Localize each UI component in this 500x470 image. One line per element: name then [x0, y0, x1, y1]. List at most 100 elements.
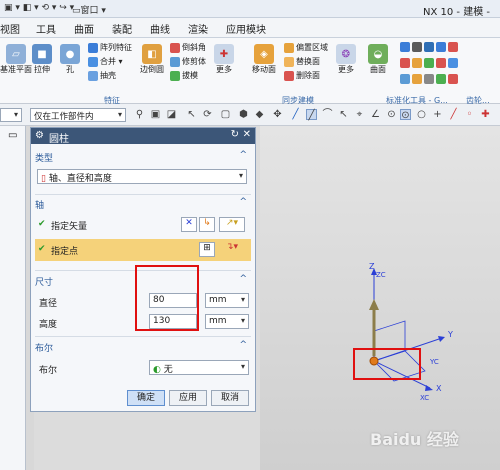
rotate-icon[interactable]: ⟳ — [202, 109, 213, 120]
shell-button[interactable]: 抽壳 — [88, 70, 116, 81]
close-icon[interactable]: ✕ — [243, 129, 251, 140]
offset-region-button[interactable]: 偏置区域 — [284, 42, 328, 53]
standard-tools-icons-row2[interactable] — [400, 58, 460, 68]
filter-icon[interactable]: ⚲ — [134, 109, 145, 120]
arrow-icon[interactable]: ↖ — [186, 109, 197, 120]
edge-blend-button[interactable]: ◧ 边倒圆 — [140, 44, 164, 75]
center-snap-icon[interactable]: ⊙ — [400, 109, 411, 121]
dimensions-section-header[interactable]: 尺寸 — [35, 275, 53, 288]
standard-tools-icons-row3[interactable] — [400, 74, 460, 84]
specify-point-row[interactable]: ✔ 指定点 ⊞ ↴▾ — [35, 239, 251, 261]
trim-body-label: 修剪体 — [182, 57, 206, 66]
draft-button[interactable]: 拔模 — [170, 70, 198, 81]
type-section-header[interactable]: 类型 — [35, 151, 53, 164]
pattern-icon — [88, 42, 98, 53]
unite-icon — [88, 56, 98, 67]
reverse-direction-icon[interactable]: ✕ — [181, 217, 197, 232]
yc-arrow — [438, 336, 445, 342]
boolean-section-header[interactable]: 布尔 — [35, 341, 53, 354]
diameter-unit-dropdown[interactable]: mm — [205, 293, 249, 308]
chevron-up-icon[interactable]: ^ — [239, 197, 247, 207]
tab-tools[interactable]: 工具 — [36, 21, 56, 36]
solid-icon[interactable]: ⬢ — [238, 109, 249, 120]
unite-button[interactable]: 合并 ▾ — [88, 56, 123, 67]
face-icon[interactable]: ◆ — [254, 109, 265, 120]
reset-icon[interactable]: ↻ — [231, 129, 239, 140]
cancel-button[interactable]: 取消 — [211, 390, 249, 406]
tab-render[interactable]: 渲染 — [188, 21, 208, 36]
height-unit-dropdown[interactable]: mm — [205, 314, 249, 329]
move-face-button[interactable]: ◈ 移动面 — [252, 44, 276, 75]
replace-face-button[interactable]: 替换面 — [284, 56, 320, 67]
arc-icon[interactable]: ⌒ — [322, 109, 333, 120]
delete-face-icon — [284, 70, 294, 81]
intersection-icon[interactable]: + — [432, 109, 443, 120]
on-curve-icon[interactable]: ◦ — [464, 109, 475, 120]
draft-label: 拔模 — [182, 71, 198, 80]
select-all-icon[interactable]: ▣ — [150, 109, 161, 120]
offset-region-icon — [284, 42, 294, 53]
chevron-up-icon[interactable]: ^ — [239, 340, 247, 350]
angle-icon[interactable]: ∠ — [370, 109, 381, 120]
draft-icon — [170, 70, 180, 81]
standard-tools-icons-row1[interactable] — [400, 42, 460, 52]
shell-icon — [88, 70, 98, 81]
specify-point-label: 指定点 — [51, 247, 79, 257]
chevron-up-icon[interactable]: ^ — [239, 150, 247, 160]
point-icon[interactable]: ⊙ — [386, 109, 397, 120]
extrude-button[interactable]: ■ 拉伸 — [32, 44, 52, 75]
window-title: NX 10 - 建模 - — [423, 7, 490, 18]
existing-point-icon[interactable]: ✚ — [480, 109, 491, 120]
selection-bar: 仅在工作部件内 ⚲ ▣ ◪ ↖ ⟳ ▢ ⬢ ◆ ✥ ╱ ╱ ⌒ ↖ ⌖ ∠ ⊙ … — [0, 104, 500, 126]
curve-snap-icon[interactable]: ╱ — [306, 109, 317, 121]
type-filter-dropdown[interactable] — [0, 108, 22, 122]
tangent-icon[interactable]: ↖ — [338, 109, 349, 120]
gear-icon[interactable]: ⚙ — [35, 130, 44, 141]
move-face-icon: ◈ — [254, 44, 274, 64]
deselect-icon[interactable]: ◪ — [166, 109, 177, 120]
snap-grid-icon[interactable]: ✥ — [272, 109, 283, 120]
axis-label-y: Y — [448, 330, 453, 339]
more-button-2[interactable]: ❂ 更多 — [336, 44, 356, 75]
point-dialog-icon[interactable]: ⊞ — [199, 242, 215, 257]
axis-label-x: X — [436, 384, 442, 393]
more-icon: ✚ — [214, 44, 234, 64]
surface-label: 曲面 — [370, 65, 386, 74]
quadrant-icon[interactable]: ○ — [416, 109, 427, 120]
graphics-viewport[interactable]: Z ZC Y YC X XC Baidu 经验 — [260, 126, 500, 470]
pattern-feature-button[interactable]: 阵列特征 — [88, 42, 132, 53]
type-dropdown[interactable]: ▯ 轴、直径和高度 — [37, 169, 247, 184]
end-point-icon[interactable]: ╱ — [448, 109, 459, 120]
vector-options-dropdown[interactable]: ↗▾ — [219, 217, 245, 232]
vector-dialog-icon[interactable]: ↳ — [199, 217, 215, 232]
window-menu[interactable]: ▭窗口 ▾ — [72, 3, 106, 16]
tab-surface[interactable]: 曲面 — [74, 21, 94, 36]
point-options-dropdown[interactable]: ↴▾ — [219, 242, 245, 257]
tab-view[interactable]: 视图 — [0, 21, 20, 36]
dialog-title-bar[interactable]: ⚙ 圆柱 ↻ ✕ — [31, 128, 255, 145]
check-icon: ✔ — [38, 219, 46, 229]
datum-plane-button[interactable]: ▱ 基准平面 — [0, 44, 32, 75]
tab-applications[interactable]: 应用模块 — [226, 21, 266, 36]
more-button-1[interactable]: ✚ 更多 — [214, 44, 234, 75]
midpoint-icon[interactable]: ⌖ — [354, 109, 365, 120]
specify-vector-row[interactable]: ✔ 指定矢量 ✕ ↳ ↗▾ — [35, 214, 251, 236]
quick-access-icons[interactable]: ▣ ▾ ◧ ▾ ⟲ ▾ ↪ ▾ — [4, 3, 74, 15]
delete-face-button[interactable]: 删除面 — [284, 70, 320, 81]
selection-scope-dropdown[interactable]: 仅在工作部件内 — [30, 108, 126, 122]
surface-button[interactable]: ◒ 曲面 — [368, 44, 388, 75]
tab-curve[interactable]: 曲线 — [150, 21, 170, 36]
box-select-icon[interactable]: ▢ — [220, 109, 231, 120]
boolean-dropdown[interactable]: ◐ 无 — [149, 360, 249, 375]
chamfer-button[interactable]: 倒斜角 — [170, 42, 206, 53]
ok-button[interactable]: 确定 — [127, 390, 165, 406]
line-icon[interactable]: ╱ — [290, 109, 301, 120]
replace-face-icon — [284, 56, 294, 67]
window-icon[interactable]: ▭ — [8, 130, 17, 141]
chevron-up-icon[interactable]: ^ — [239, 274, 247, 284]
hole-button[interactable]: ● 孔 — [60, 44, 80, 75]
tab-assembly[interactable]: 装配 — [112, 21, 132, 36]
trim-body-button[interactable]: 修剪体 — [170, 56, 206, 67]
apply-button[interactable]: 应用 — [169, 390, 207, 406]
axis-section-header[interactable]: 轴 — [35, 198, 44, 211]
